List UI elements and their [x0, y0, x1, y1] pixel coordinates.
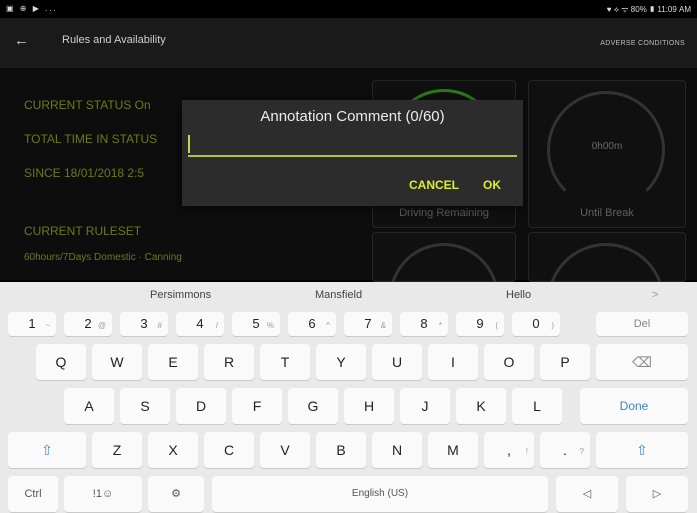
since-text: SINCE 18/01/2018 2:5	[24, 166, 145, 180]
break-value: 0h00m	[591, 141, 623, 152]
driving-remaining-caption: Driving Remaining	[399, 207, 489, 219]
cursor-right-icon[interactable]: ▷	[626, 476, 688, 512]
key-u[interactable]: U	[372, 344, 422, 380]
back-arrow-icon[interactable]: ←	[14, 32, 29, 49]
app-bar: ← Rules and Availability ADVERSE CONDITI…	[0, 18, 697, 68]
status-bar: ▣ ⊕ ▶ ... ♥ ⟡ ᯤ 80% ▮ 11:09 AM	[0, 0, 697, 18]
ok-button[interactable]: OK	[483, 178, 501, 192]
suggestion-more-icon[interactable]: >	[652, 289, 658, 301]
key-5[interactable]: 5%	[232, 312, 280, 336]
until-break-caption: Until Break	[580, 207, 634, 219]
key-e[interactable]: E	[148, 344, 198, 380]
key-v[interactable]: V	[260, 432, 310, 468]
shift-right-icon[interactable]: ⇧	[596, 432, 688, 468]
cursor-left-icon[interactable]: ◁	[556, 476, 618, 512]
key-g[interactable]: G	[288, 388, 338, 424]
text-cursor	[188, 135, 190, 153]
key-n[interactable]: N	[372, 432, 422, 468]
key-m[interactable]: M	[428, 432, 478, 468]
key-2[interactable]: 2 @	[64, 312, 112, 336]
key-0[interactable]: 0)	[512, 312, 560, 336]
space-bar[interactable]: English (US)	[212, 476, 548, 512]
key-w[interactable]: W	[92, 344, 142, 380]
key-d[interactable]: D	[176, 388, 226, 424]
lower-card-left[interactable]	[372, 232, 516, 353]
symbols-button[interactable]: !1☺	[64, 476, 142, 512]
settings-gear-icon[interactable]: ⚙	[148, 476, 204, 512]
suggestion-mansfield[interactable]: Mansfield	[315, 289, 362, 301]
ctrl-button[interactable]: Ctrl	[8, 476, 58, 512]
soft-keyboard: Persimmons Mansfield Hello > 1 ~ 2 @ 3 # 4/…	[0, 282, 697, 513]
key-q[interactable]: Q	[36, 344, 86, 380]
lower-card-right[interactable]	[528, 232, 686, 361]
key-8[interactable]: 8 *	[400, 312, 448, 336]
key-comma[interactable]: ,!	[484, 432, 534, 468]
key-o[interactable]: O	[484, 344, 534, 380]
done-button[interactable]: Done	[580, 388, 688, 424]
status-bar-left-icons: ▣ ⊕ ▶ ...	[6, 4, 58, 13]
key-3[interactable]: 3 #	[120, 312, 168, 336]
key-7[interactable]: 7 &	[344, 312, 392, 336]
key-l[interactable]: L	[512, 388, 562, 424]
key-9[interactable]: 9(	[456, 312, 504, 336]
suggestion-hello[interactable]: Hello	[506, 289, 531, 301]
key-6[interactable]: 6 ^	[288, 312, 336, 336]
key-t[interactable]: T	[260, 344, 310, 380]
key-4[interactable]: 4/	[176, 312, 224, 336]
key-period[interactable]: .?	[540, 432, 590, 468]
key-i[interactable]: I	[428, 344, 478, 380]
key-s[interactable]: S	[120, 388, 170, 424]
status-bar-right-info: ♥ ⟡ ᯤ 80% ▮ 11:09 AM	[606, 5, 691, 14]
key-x[interactable]: X	[148, 432, 198, 468]
key-y[interactable]: Y	[316, 344, 366, 380]
ruleset-value: 60hours/7Days Domestic · Canning	[24, 252, 182, 263]
cancel-button[interactable]: CANCEL	[409, 178, 459, 192]
backspace-icon[interactable]: ⌫	[596, 344, 688, 380]
key-p[interactable]: P	[540, 344, 590, 380]
key-k[interactable]: K	[456, 388, 506, 424]
key-z[interactable]: Z	[92, 432, 142, 468]
key-r[interactable]: R	[204, 344, 254, 380]
key-b[interactable]: B	[316, 432, 366, 468]
key-j[interactable]: J	[400, 388, 450, 424]
suggestion-persimmons[interactable]: Persimmons	[150, 289, 211, 301]
current-ruleset-label: CURRENT RULESET	[24, 224, 142, 238]
key-c[interactable]: C	[204, 432, 254, 468]
dialog-title: Annotation Comment (0/60)	[260, 108, 445, 125]
key-f[interactable]: F	[232, 388, 282, 424]
adverse-conditions-button[interactable]: ADVERSE CONDITIONS	[600, 40, 685, 47]
suggestion-bar: Persimmons Mansfield Hello >	[0, 282, 697, 308]
key-a[interactable]: A	[64, 388, 114, 424]
annotation-comment-dialog: Annotation Comment (0/60) CANCEL OK	[182, 100, 523, 206]
key-1[interactable]: 1 ~	[8, 312, 56, 336]
key-h[interactable]: H	[344, 388, 394, 424]
total-time-text: TOTAL TIME IN STATUS	[24, 132, 158, 146]
delete-button[interactable]: Del	[596, 312, 688, 336]
comment-input[interactable]	[188, 155, 517, 157]
shift-left-icon[interactable]: ⇧	[8, 432, 86, 468]
until-break-card[interactable]: 0h00m Until Break	[528, 80, 686, 228]
current-status-text: CURRENT STATUS On	[24, 98, 151, 112]
page-title: Rules and Availability	[62, 34, 166, 46]
